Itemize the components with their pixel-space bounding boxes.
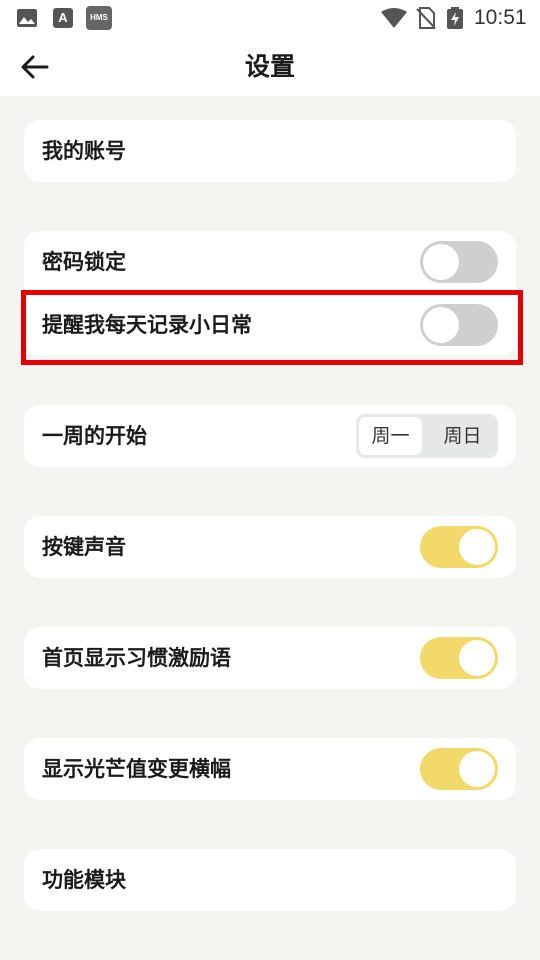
week-start-sunday[interactable]: 周日 (431, 417, 494, 455)
row-my-account[interactable]: 我的账号 (24, 120, 516, 182)
home-motivation-label: 首页显示习惯激励语 (42, 646, 231, 670)
daily-reminder-toggle[interactable] (420, 304, 498, 346)
week-start-label: 一周的开始 (42, 424, 147, 448)
daily-reminder-label: 提醒我每天记录小日常 (42, 313, 252, 337)
card-feature-modules[interactable]: 功能模块 (24, 849, 516, 911)
status-bar: A HMS 10:51 (0, 0, 540, 36)
card-home-motivation: 首页显示习惯激励语 (24, 627, 516, 689)
hms-icon: HMS (86, 6, 112, 30)
row-password-lock: 密码锁定 (24, 231, 516, 293)
card-key-sound: 按键声音 (24, 516, 516, 578)
my-account-label: 我的账号 (42, 139, 126, 163)
week-start-segmented: 周一 周日 (356, 414, 498, 458)
row-home-motivation: 首页显示习惯激励语 (24, 627, 516, 689)
toggle-knob (459, 751, 495, 787)
home-motivation-toggle[interactable] (420, 637, 498, 679)
battery-charging-icon (447, 7, 463, 29)
card-glow-banner: 显示光芒值变更横幅 (24, 738, 516, 800)
key-sound-label: 按键声音 (42, 535, 126, 559)
toggle-knob (459, 640, 495, 676)
image-icon (17, 9, 37, 27)
card-lock-reminder: 密码锁定 提醒我每天记录小日常 (24, 231, 516, 356)
toggle-knob (459, 529, 495, 565)
password-lock-label: 密码锁定 (42, 250, 126, 274)
wifi-icon (381, 8, 407, 28)
row-daily-reminder: 提醒我每天记录小日常 (24, 294, 516, 356)
card-my-account[interactable]: 我的账号 (24, 120, 516, 182)
row-key-sound: 按键声音 (24, 516, 516, 578)
no-sim-icon (416, 7, 436, 29)
app-bar: 设置 (0, 36, 540, 96)
glow-banner-toggle[interactable] (420, 748, 498, 790)
row-week-start: 一周的开始 周一 周日 (24, 405, 516, 467)
page-title: 设置 (244, 52, 295, 81)
row-feature-modules[interactable]: 功能模块 (24, 849, 516, 911)
card-week-start: 一周的开始 周一 周日 (24, 405, 516, 467)
row-glow-banner: 显示光芒值变更横幅 (24, 738, 516, 800)
week-start-monday[interactable]: 周一 (359, 417, 422, 455)
toggle-knob (423, 244, 459, 280)
feature-modules-label: 功能模块 (42, 868, 126, 892)
glow-banner-label: 显示光芒值变更横幅 (42, 757, 231, 781)
password-lock-toggle[interactable] (420, 241, 498, 283)
status-time: 10:51 (474, 6, 527, 29)
toggle-knob (423, 307, 459, 343)
key-sound-toggle[interactable] (420, 526, 498, 568)
app-a-icon: A (53, 8, 73, 28)
